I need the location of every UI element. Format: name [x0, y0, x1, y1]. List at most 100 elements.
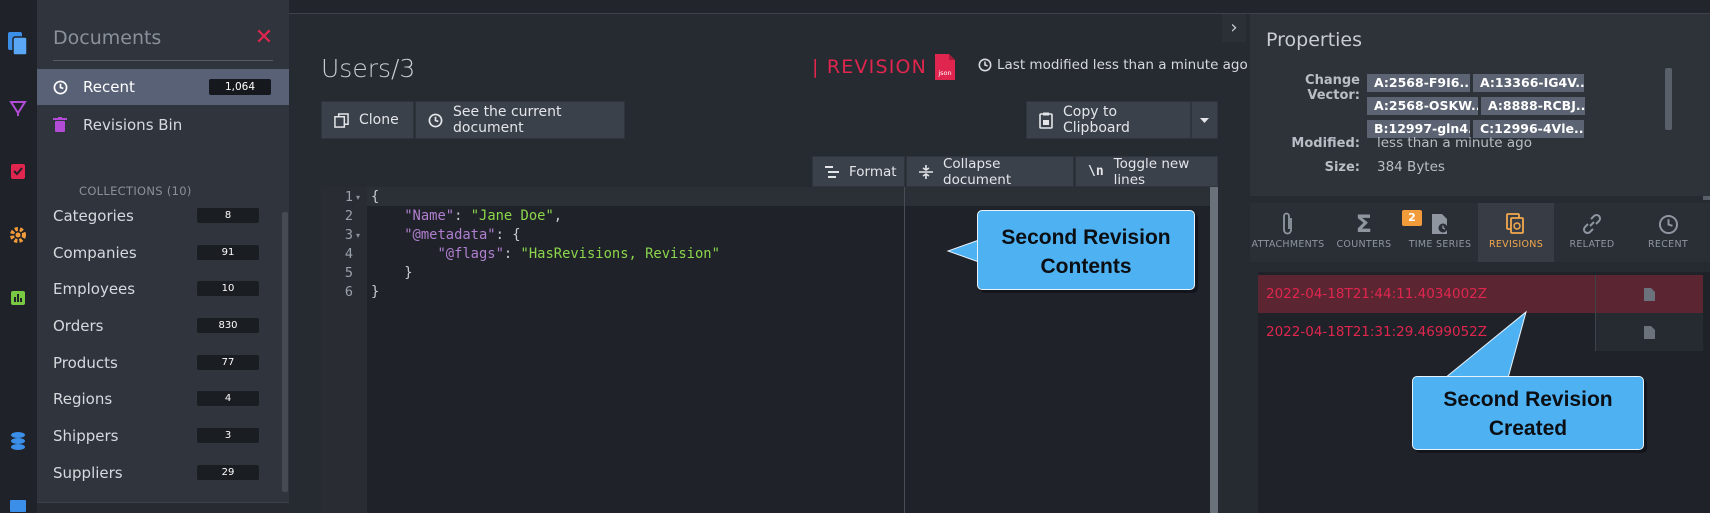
collection-item[interactable]: Suppliers 29: [53, 456, 283, 490]
collection-count: 29: [197, 465, 259, 480]
collection-item[interactable]: Categories 8: [53, 199, 283, 233]
copy-to-clipboard-button[interactable]: Copy to Clipboard: [1026, 101, 1191, 139]
collapse-document-label: Collapse document: [943, 155, 1012, 188]
tab-label: RECENT: [1648, 239, 1688, 250]
code-line[interactable]: "@metadata": {: [371, 226, 521, 245]
callout-contents: Second Revision Contents: [946, 210, 1200, 294]
json-badge-text: json: [937, 69, 951, 77]
tab-label: COUNTERS: [1336, 239, 1392, 250]
clock-icon: [428, 113, 443, 128]
tab-counters[interactable]: Σ COUNTERS: [1326, 203, 1402, 262]
collection-name: Suppliers: [53, 464, 123, 482]
json-punctuation: : {: [495, 227, 521, 243]
collection-name: Categories: [53, 207, 134, 225]
toggle-new-lines-button[interactable]: \n Toggle new lines: [1075, 156, 1218, 188]
properties-panel: Properties Change Vector: A:2568-F9I6...…: [1250, 14, 1710, 196]
paperclip-icon: [1250, 209, 1326, 239]
revision-row[interactable]: 2022-04-18T21:44:11.4034002Z: [1258, 275, 1703, 313]
revision-timestamp[interactable]: 2022-04-18T21:44:11.4034002Z: [1266, 286, 1487, 302]
revision-label: | REVISION: [812, 56, 928, 78]
tab-attachments[interactable]: ATTACHMENTS: [1250, 203, 1326, 262]
see-current-document-label: See the current document: [453, 104, 562, 136]
collection-count: 8: [197, 208, 259, 223]
tab-recent[interactable]: RECENT: [1630, 203, 1706, 262]
collection-item[interactable]: Shippers 3: [53, 419, 283, 453]
json-punctuation: [371, 227, 404, 243]
change-vector-item: A:13366-IG4V...: [1473, 74, 1584, 92]
modified-label: Modified:: [1291, 136, 1360, 151]
json-key: "@flags": [437, 246, 504, 262]
top-strip: [289, 0, 1710, 14]
nav-revisions-bin-label: Revisions Bin: [83, 116, 183, 134]
code-line[interactable]: "Name": "Jane Doe",: [371, 207, 562, 226]
documents-icon[interactable]: [4, 30, 32, 58]
copy-options-dropdown[interactable]: [1191, 101, 1218, 139]
clock-icon: [978, 58, 992, 72]
code-line[interactable]: }: [371, 283, 379, 302]
change-vector-item: A:8888-RCBJ...: [1481, 97, 1585, 115]
collection-name: Shippers: [53, 427, 119, 445]
documents-panel-title: Documents: [53, 27, 162, 49]
format-button[interactable]: Format: [812, 156, 905, 187]
json-punctuation: {: [371, 189, 380, 205]
documents-panel: Documents ✕ Recent 1,064 Revisions Bin C…: [37, 0, 289, 513]
collection-item[interactable]: Regions 4: [53, 382, 283, 416]
collection-item[interactable]: Orders 830: [53, 309, 283, 343]
collection-count: 4: [197, 391, 259, 406]
collection-item[interactable]: Employees 10: [53, 272, 283, 306]
fold-arrow-icon[interactable]: ▾: [356, 226, 360, 245]
settings-icon[interactable]: [4, 221, 32, 249]
manage-server-icon[interactable]: [4, 492, 32, 513]
collection-name: Employees: [53, 280, 136, 298]
tab-label: TIME SERIES: [1408, 239, 1472, 250]
clone-icon: [334, 112, 349, 128]
nav-recent[interactable]: Recent 1,064: [37, 69, 289, 105]
collections-scrollbar[interactable]: [282, 212, 288, 492]
collection-item[interactable]: Companies 91: [53, 236, 283, 270]
revisions-icon: [1478, 209, 1554, 239]
collection-item[interactable]: Products 77: [53, 346, 283, 380]
tab-revisions[interactable]: REVISIONS: [1478, 203, 1554, 262]
copy-to-clipboard-label: Copy to Clipboard: [1063, 104, 1130, 136]
panel-scrollbar[interactable]: [1703, 196, 1710, 200]
collapse-icon: [919, 164, 933, 179]
code-line[interactable]: {: [371, 188, 379, 207]
collection-name: Companies: [53, 244, 137, 262]
collapse-document-button[interactable]: Collapse document: [906, 155, 1074, 188]
stats-icon[interactable]: [4, 284, 32, 312]
last-modified: Last modified less than a minute ago: [978, 57, 1248, 73]
editor-gutter: 1 ▾ 2 3 ▾ 4 5 6: [321, 187, 367, 513]
see-current-document-button[interactable]: See the current document: [415, 101, 625, 139]
tab-related[interactable]: RELATED: [1554, 203, 1630, 262]
change-vector-scrollbar[interactable]: [1665, 68, 1672, 130]
close-icon[interactable]: ✕: [251, 25, 277, 51]
json-punctuation: [371, 246, 437, 262]
code-line[interactable]: }: [371, 264, 412, 283]
line-number: 3: [344, 227, 353, 243]
code-line[interactable]: "@flags": "HasRevisions, Revision": [371, 245, 719, 264]
compare-revision-icon[interactable]: [1595, 275, 1703, 313]
clone-button[interactable]: Clone: [321, 101, 414, 139]
tab-label: ATTACHMENTS: [1251, 239, 1325, 250]
json-punctuation: }: [371, 284, 380, 300]
json-string: "Jane Doe": [470, 208, 554, 224]
last-modified-text: Last modified less than a minute ago: [997, 57, 1248, 73]
properties-title: Properties: [1266, 29, 1363, 51]
tasks-icon[interactable]: [4, 157, 32, 185]
line-number: 2: [344, 208, 353, 224]
indexes-icon[interactable]: [4, 94, 32, 122]
json-punctuation: [371, 208, 404, 224]
fold-arrow-icon[interactable]: ▾: [356, 188, 360, 207]
nav-revisions-bin[interactable]: Revisions Bin: [37, 107, 289, 143]
editor-scrollbar[interactable]: [1210, 187, 1218, 513]
json-punctuation: :: [503, 246, 521, 262]
nav-recent-label: Recent: [83, 78, 135, 96]
left-nav-rail: [0, 0, 37, 513]
collapse-panel-icon[interactable]: ›: [1222, 14, 1246, 42]
collection-name: Orders: [53, 317, 104, 335]
callout-created-box: Second Revision Created: [1412, 376, 1644, 450]
databases-icon[interactable]: [4, 427, 32, 455]
callout-created: Second Revision Created: [1410, 310, 1650, 455]
document-title: Users/3: [321, 54, 416, 83]
link-icon: [1554, 209, 1630, 239]
